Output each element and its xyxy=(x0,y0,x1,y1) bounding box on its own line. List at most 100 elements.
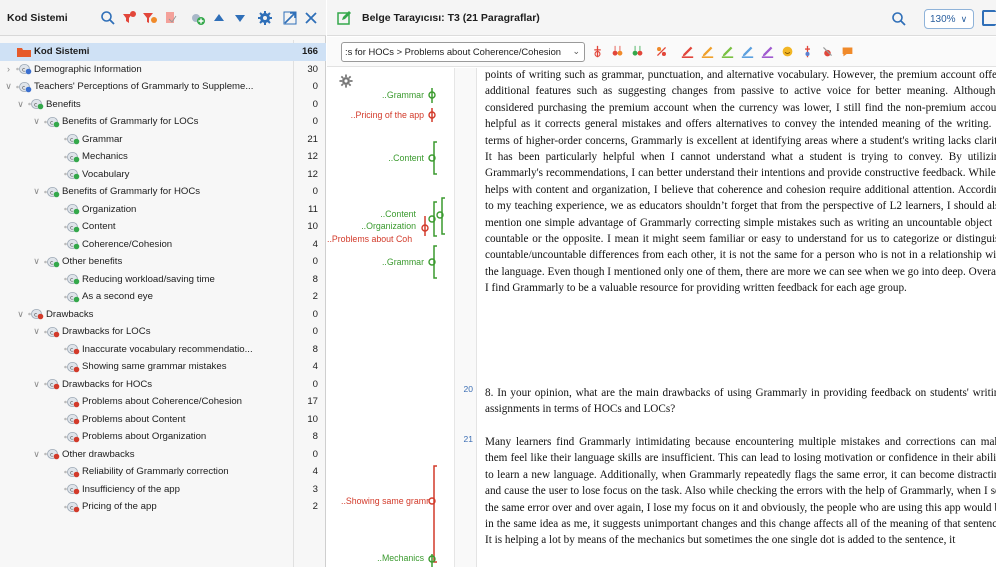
code-select[interactable]: :s for HOCs > Problems about Coherence/C… xyxy=(341,41,585,62)
code-tree-row[interactable]: c Problems about Content 10 xyxy=(0,411,326,429)
segment-label[interactable]: ..Content xyxy=(380,209,416,219)
chevron-right-icon[interactable]: › xyxy=(4,64,13,74)
add-code-icon[interactable] xyxy=(189,9,207,27)
code-tree-row[interactable]: › c Demographic Information 30 xyxy=(0,61,326,79)
chevron-down-icon[interactable]: ∨ xyxy=(16,309,25,319)
chevron-down-icon[interactable]: ∨ xyxy=(32,449,41,459)
document-text[interactable]: points of writing such as grammar, punct… xyxy=(485,68,996,567)
code-count: 4 xyxy=(312,466,318,478)
segment-bracket-grammar-2[interactable] xyxy=(428,245,437,279)
svg-text:c: c xyxy=(50,382,53,389)
code-tree-row[interactable]: c Reliability of Grammarly correction 4 xyxy=(0,463,326,481)
code-tree-row[interactable]: ∨ c Drawbacks for HOCs 0 xyxy=(0,376,326,394)
paragraph: 8. In your opinion, what are the main dr… xyxy=(485,387,996,416)
highlight-orange-icon[interactable] xyxy=(699,44,715,60)
code-with-new-icon[interactable] xyxy=(609,44,625,60)
memo-icon[interactable] xyxy=(839,44,855,60)
svg-text:c: c xyxy=(34,312,37,319)
segment-bracket-organization[interactable] xyxy=(428,201,437,237)
close-icon[interactable] xyxy=(302,9,320,27)
edit-icon[interactable] xyxy=(335,9,353,27)
code-system-panel: Kod Sistemi Kod Sistemi 166 › c Demograp… xyxy=(0,0,326,567)
code-tree-row[interactable]: c Coherence/Cohesion 4 xyxy=(0,236,326,254)
highlight-blue-icon[interactable] xyxy=(739,44,755,60)
segment-label[interactable]: ..Grammar xyxy=(382,90,424,100)
code-tree-row[interactable]: c Pricing of the app 2 xyxy=(0,498,326,516)
code-icon: c xyxy=(28,309,44,320)
segment-label[interactable]: ..Organization xyxy=(361,221,416,231)
expand-icon[interactable] xyxy=(281,9,299,27)
code-tree-row[interactable]: c Vocabulary 12 xyxy=(0,166,326,184)
code-tree-row[interactable]: Kod Sistemi 166 xyxy=(0,43,326,61)
code-tree-row[interactable]: c Organization 11 xyxy=(0,201,326,219)
highlight-red-icon[interactable] xyxy=(679,44,695,60)
segment-label[interactable]: ..Pricing of the app xyxy=(351,110,424,120)
segment-label[interactable]: ..Content xyxy=(388,153,424,163)
segment-bracket-pricing[interactable] xyxy=(428,108,436,122)
new-code-icon[interactable] xyxy=(120,9,138,27)
search-icon[interactable] xyxy=(890,10,908,28)
chevron-down-icon[interactable]: ∨ xyxy=(32,379,41,389)
settings-icon[interactable] xyxy=(256,9,274,27)
svg-text:c: c xyxy=(50,452,53,459)
paragraph-number: 21 xyxy=(463,434,473,444)
segment-bracket-content[interactable] xyxy=(428,141,437,175)
code-tree-row[interactable]: c Reducing workload/saving time 8 xyxy=(0,271,326,289)
code-count: 8 xyxy=(312,273,318,285)
svg-text:c: c xyxy=(70,137,73,144)
segment-label[interactable]: ..Mechanics xyxy=(377,553,424,563)
filter-doc-icon[interactable] xyxy=(162,9,180,27)
code-count: 30 xyxy=(307,63,318,75)
segment-label[interactable]: ..Showing same gramr xyxy=(341,496,433,506)
code-marker-icon[interactable] xyxy=(589,44,605,60)
chevron-down-icon[interactable]: ∨ xyxy=(32,256,41,266)
emoticon-icon[interactable] xyxy=(779,44,795,60)
code-tree-row[interactable]: c Grammar 21 xyxy=(0,131,326,149)
code-label: Grammar xyxy=(82,133,123,145)
code-tree-row[interactable]: ∨ c Benefits of Grammarly for LOCs 0 xyxy=(0,113,326,131)
move-up-icon[interactable] xyxy=(210,9,228,27)
segment-bracket-showing-same[interactable] xyxy=(428,465,437,563)
chevron-down-icon[interactable]: ∨ xyxy=(32,186,41,196)
code-tree-row[interactable]: c Insufficiency of the app 3 xyxy=(0,481,326,499)
highlight-green-icon[interactable] xyxy=(719,44,735,60)
segment-bracket-content-2[interactable] xyxy=(436,197,445,235)
code-tree-row[interactable]: c Content 10 xyxy=(0,218,326,236)
chevron-down-icon[interactable]: ∨ xyxy=(16,99,25,109)
highlight-purple-icon[interactable] xyxy=(759,44,775,60)
segment-label[interactable]: ..Grammar xyxy=(382,257,424,267)
code-count: 0 xyxy=(312,81,318,93)
code-count: 2 xyxy=(312,291,318,303)
code-tree-row[interactable]: ∨ c Teachers' Perceptions of Grammarly to … xyxy=(0,78,326,96)
code-tree-row[interactable]: c Inaccurate vocabulary recommendatio... 8 xyxy=(0,341,326,359)
segment-label[interactable]: ..Problems about Coh xyxy=(327,234,425,244)
code-count: 10 xyxy=(307,413,318,425)
code-tree-row[interactable]: ∨ c Benefits of Grammarly for HOCs 0 xyxy=(0,183,326,201)
segment-bracket-grammar[interactable] xyxy=(428,88,436,103)
code-tree-row[interactable]: c Mechanics 12 xyxy=(0,148,326,166)
code-tree-row[interactable]: c Showing same grammar mistakes 4 xyxy=(0,358,326,376)
panel-toggle-icon[interactable] xyxy=(982,10,996,26)
svg-text:c: c xyxy=(70,172,73,179)
code-tree-row[interactable]: ∨ c Other drawbacks 0 xyxy=(0,446,326,464)
search-icon[interactable] xyxy=(99,9,117,27)
move-down-icon[interactable] xyxy=(231,9,249,27)
filter-code-icon[interactable] xyxy=(141,9,159,27)
code-tree-row[interactable]: c As a second eye 2 xyxy=(0,288,326,306)
zoom-select[interactable]: 130% ∨ xyxy=(924,9,974,29)
code-icon: c xyxy=(64,396,80,408)
uncode-icon[interactable] xyxy=(819,44,835,60)
symbol-code-icon[interactable] xyxy=(799,44,815,60)
code-tree-row[interactable]: ∨ c Drawbacks 0 xyxy=(0,306,326,324)
code-tree-row[interactable]: c Problems about Organization 8 xyxy=(0,428,326,446)
code-tree-row[interactable]: ∨ c Benefits 0 xyxy=(0,96,326,114)
chevron-down-icon[interactable]: ∨ xyxy=(4,81,13,91)
code-with-last-icon[interactable] xyxy=(629,44,645,60)
code-tree-row[interactable]: ∨ c Drawbacks for LOCs 0 xyxy=(0,323,326,341)
code-tree-row[interactable]: ∨ c Other benefits 0 xyxy=(0,253,326,271)
in-vivo-code-icon[interactable] xyxy=(653,44,669,60)
segment-bracket-problems[interactable] xyxy=(421,216,429,236)
chevron-down-icon[interactable]: ∨ xyxy=(32,326,41,336)
chevron-down-icon[interactable]: ∨ xyxy=(32,116,41,126)
code-tree-row[interactable]: c Problems about Coherence/Cohesion 17 xyxy=(0,393,326,411)
